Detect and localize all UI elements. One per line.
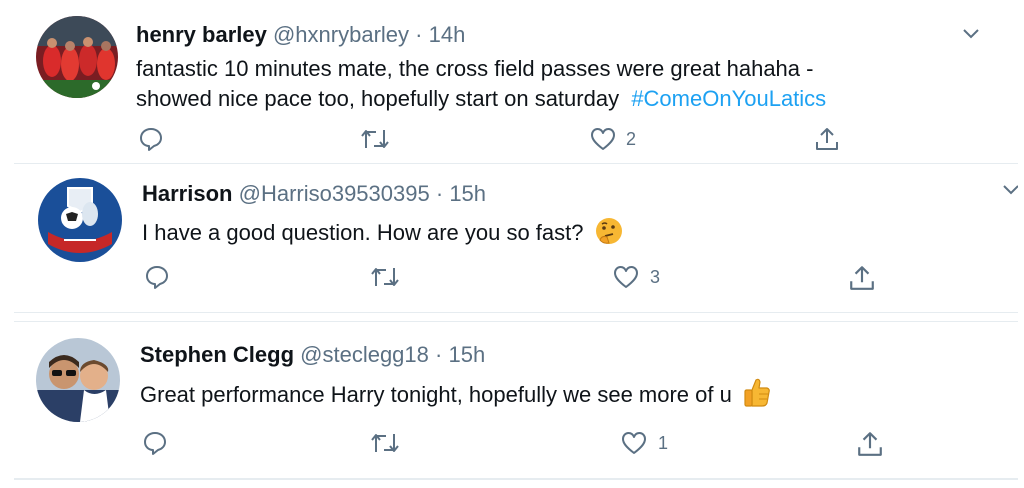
tweet-text: Great performance Harry tonight, hopeful…: [140, 376, 772, 416]
club-crest-avatar-image: [38, 178, 122, 262]
share-button[interactable]: [856, 430, 884, 458]
like-button[interactable]: 3: [612, 264, 660, 290]
tweet-text-line: I have a good question. How are you so f…: [142, 220, 584, 245]
separator-dot: ·: [435, 342, 443, 367]
retweet-button[interactable]: [370, 264, 400, 290]
share-button[interactable]: [814, 126, 840, 152]
like-button[interactable]: 1: [620, 430, 668, 456]
tweet-actions: 1: [14, 430, 1018, 470]
reply-button[interactable]: [138, 126, 164, 152]
chevron-down-icon[interactable]: [1000, 178, 1018, 205]
tweet-text-line: fantastic 10 minutes mate, the cross fie…: [136, 56, 814, 81]
avatar[interactable]: [36, 16, 118, 98]
separator-dot: ·: [415, 22, 423, 47]
reply-icon: [144, 264, 170, 290]
tweet-stephen-clegg[interactable]: Stephen Clegg @steclegg18 · 15h Great pe…: [14, 321, 1018, 480]
timestamp[interactable]: 15h: [448, 342, 485, 367]
separator-dot: ·: [435, 181, 444, 206]
author-handle[interactable]: @Harriso39530395: [239, 181, 430, 206]
like-count: 2: [626, 128, 637, 149]
author-handle[interactable]: @hxnrybarley: [273, 22, 409, 47]
heart-icon: [620, 430, 648, 456]
author-handle[interactable]: @steclegg18: [300, 342, 429, 367]
share-icon: [848, 264, 876, 292]
retweet-icon: [360, 126, 390, 152]
share-icon: [814, 126, 840, 152]
reply-button[interactable]: [142, 430, 168, 456]
chevron-down-icon[interactable]: [960, 22, 982, 49]
tweet-actions: 3: [14, 264, 1018, 304]
team-photo-avatar-image: [36, 16, 118, 98]
heart-icon: [612, 264, 640, 290]
selfie-avatar-image: [36, 338, 120, 422]
retweet-button[interactable]: [370, 430, 400, 456]
heart-icon: [590, 126, 616, 152]
retweet-icon: [370, 430, 400, 456]
like-button[interactable]: 2: [590, 126, 636, 152]
tweet-text: I have a good question. How are you so f…: [142, 216, 624, 254]
tweet-text-segment: showed nice pace too, hopefully start on…: [136, 86, 620, 111]
timestamp[interactable]: 14h: [429, 22, 466, 47]
like-count: 3: [650, 266, 661, 287]
tweet-header: Harrison @Harriso39530395 · 15h: [142, 181, 486, 207]
tweet-text-line-2: showed nice pace too, hopefully start on…: [136, 84, 826, 114]
tweet-henry-barley[interactable]: henry barley @hxnrybarley · 14h fantasti…: [0, 0, 1024, 160]
tweet-text: fantastic 10 minutes mate, the cross fie…: [136, 54, 826, 114]
tweet-header: Stephen Clegg @steclegg18 · 15h: [140, 342, 485, 368]
reply-icon: [142, 430, 168, 456]
tweet-harrison[interactable]: Harrison @Harriso39530395 · 15h I have a…: [14, 163, 1018, 313]
thinking-face-icon: [594, 216, 624, 254]
share-icon: [856, 430, 884, 458]
tweet-header: henry barley @hxnrybarley · 14h: [136, 22, 465, 48]
timestamp[interactable]: 15h: [449, 181, 486, 206]
tweet-text-line: Great performance Harry tonight, hopeful…: [140, 382, 732, 407]
reply-icon: [138, 126, 164, 152]
reply-button[interactable]: [144, 264, 170, 290]
retweet-icon: [370, 264, 400, 290]
author-name[interactable]: henry barley: [136, 22, 267, 47]
share-button[interactable]: [848, 264, 876, 292]
avatar[interactable]: [38, 178, 122, 262]
author-name[interactable]: Stephen Clegg: [140, 342, 294, 367]
like-count: 1: [658, 432, 669, 453]
author-name[interactable]: Harrison: [142, 181, 232, 206]
avatar[interactable]: [36, 338, 120, 422]
retweet-button[interactable]: [360, 126, 390, 152]
tweet-actions: 2: [0, 126, 1024, 160]
thumbs-up-icon: [742, 376, 772, 416]
hashtag-link[interactable]: #ComeOnYouLatics: [631, 86, 826, 111]
